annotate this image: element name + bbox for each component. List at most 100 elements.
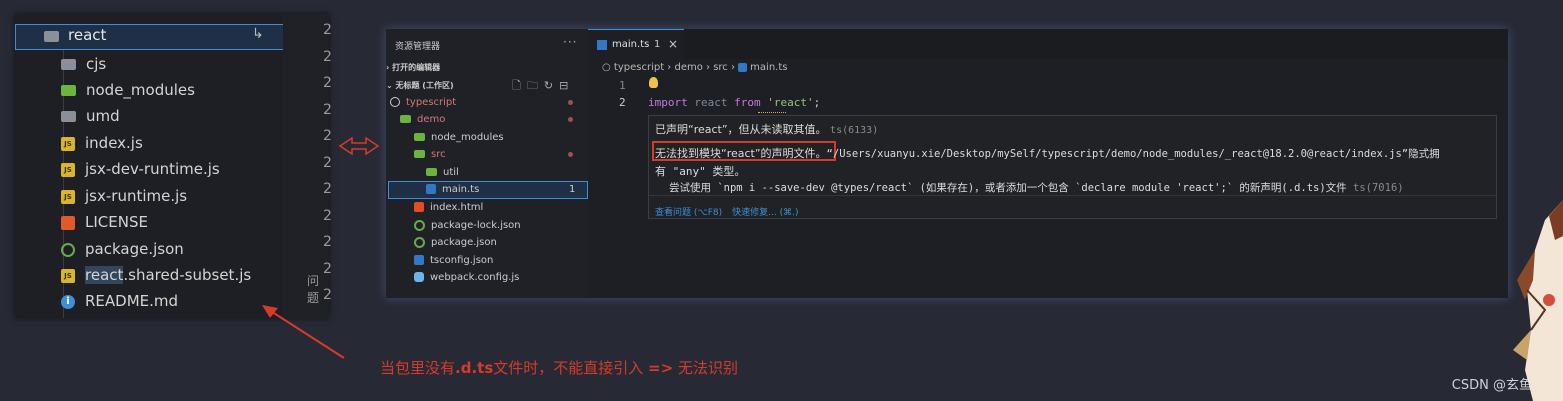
gutter-number: 2: [323, 128, 332, 144]
license-icon: [61, 215, 75, 230]
code-punct: ;: [813, 96, 821, 109]
tree-item-main-ts[interactable]: main.ts: [426, 181, 479, 198]
tree-label: main.ts: [442, 184, 480, 195]
file-label: umd: [86, 107, 120, 125]
warning-squiggle: [758, 109, 786, 113]
file-label: node_modules: [86, 81, 195, 99]
tree-item-tsconfig[interactable]: tsconfig.json: [414, 252, 493, 269]
more-actions-icon[interactable]: ···: [563, 35, 577, 49]
code-keyword: from: [734, 96, 761, 109]
annotation-prefix: 当包里没有: [380, 359, 456, 377]
file-row-umd[interactable]: umd: [61, 103, 120, 129]
file-row-node-modules[interactable]: node_modules: [61, 77, 195, 103]
tree-item-package-json[interactable]: package.json: [414, 234, 497, 251]
file-row-cjs[interactable]: cjs: [61, 51, 106, 77]
refresh-icon[interactable]: ↻: [544, 79, 559, 92]
file-row-license[interactable]: LICENSE: [61, 209, 148, 235]
close-icon[interactable]: ×: [668, 37, 678, 51]
tooltip-actions: 查看问题 (⌥F8) 快速修复... (⌘.): [655, 205, 809, 218]
tree-label: webpack.config.js: [430, 272, 520, 283]
tree-item-index-html[interactable]: index.html: [414, 199, 483, 216]
gutter-number: 2: [323, 207, 332, 224]
tree-label: src: [431, 149, 446, 160]
diagnostic-7016: 无法找到模块“react”的声明文件。“/Users/xuanyu.xie/De…: [655, 145, 1440, 161]
tab-label: main.ts: [612, 39, 650, 50]
tree-item-demo[interactable]: demo: [400, 111, 445, 128]
file-row-index-js[interactable]: JS index.js: [61, 130, 143, 156]
double-arrow-icon: [338, 136, 380, 156]
file-label: cjs: [86, 55, 107, 73]
js-file-icon: JS: [61, 162, 75, 177]
folder-green-icon: [426, 168, 437, 176]
file-row-jsx-runtime[interactable]: JS jsx-runtime.js: [61, 183, 187, 209]
tab-problem-count: 1: [654, 39, 661, 50]
lightbulb-icon[interactable]: [649, 77, 658, 88]
new-folder-icon[interactable]: 🗀: [527, 79, 544, 92]
breadcrumb-item[interactable]: src: [713, 62, 728, 73]
folder-row-react[interactable]: react ↳: [15, 24, 285, 50]
file-row-jsx-dev-runtime[interactable]: JS jsx-dev-runtime.js: [61, 156, 220, 182]
tree-label: tsconfig.json: [430, 255, 494, 266]
gutter-number: 2: [323, 154, 332, 171]
code-line[interactable]: import react from 'react';: [648, 96, 820, 109]
js-file-icon: JS: [61, 136, 75, 151]
typescript-config-icon: [414, 255, 424, 265]
diagnostic-suggestion: 尝试使用 `npm i --save-dev @types/react` (如果…: [669, 180, 1404, 195]
breadcrumb-item[interactable]: main.ts: [750, 62, 787, 73]
breadcrumb-item[interactable]: typescript: [614, 62, 664, 73]
modified-dot: [568, 117, 573, 122]
explorer-sidebar: 资源管理器 ··· › 打开的编辑器 ⌄ 无标题 (工作区) 🗋🗀↻⊟ type…: [386, 29, 588, 298]
section-workspace[interactable]: ⌄ 无标题 (工作区): [386, 80, 454, 91]
line-number: 1: [619, 79, 626, 92]
tab-main-ts[interactable]: main.ts 1 ×: [588, 29, 684, 59]
tree-item-node-modules[interactable]: node_modules: [414, 129, 504, 146]
info-icon: i: [61, 294, 75, 309]
annotation-text: 当包里没有.d.ts文件时，不能直接引入 => 无法识别: [380, 357, 738, 378]
section-label: 无标题 (工作区): [395, 81, 454, 90]
tree-label: node_modules: [431, 132, 504, 143]
file-row-readme[interactable]: i README.md: [61, 288, 178, 314]
annotation-arrow: =>: [648, 359, 674, 377]
file-row-package-json[interactable]: package.json: [61, 236, 184, 262]
new-file-icon[interactable]: 🗋: [512, 79, 527, 92]
tree-label: typescript: [406, 97, 457, 108]
gutter-number: 2: [323, 22, 332, 38]
tree-item-webpack-config[interactable]: webpack.config.js: [414, 269, 519, 286]
code-string: 'react': [767, 96, 814, 109]
pointer-arrow-icon: [262, 305, 345, 359]
code-keyword: import: [648, 96, 688, 109]
json-file-icon: [414, 219, 425, 231]
file-explorer-panel: react ↳ cjs node_modules umd JS index.js …: [15, 14, 329, 318]
view-problem-link[interactable]: 查看问题 (⌥F8): [655, 208, 722, 218]
js-file-icon: JS: [61, 189, 75, 204]
collapse-icon[interactable]: ⊟: [559, 79, 574, 92]
code-identifier: react: [694, 96, 728, 109]
suggestion-text: 尝试使用 `npm i --save-dev @types/react` (如果…: [669, 182, 1347, 194]
gutter-number: 2: [323, 234, 332, 250]
folder-open-icon: [400, 115, 411, 123]
file-label: package.json: [85, 240, 184, 258]
tree-item-util[interactable]: util: [426, 164, 459, 181]
annotation-middle: 文件时，不能直接引入: [493, 359, 649, 377]
breadcrumb-circle-icon: ○: [602, 62, 614, 73]
quick-fix-link[interactable]: 快速修复... (⌘.): [732, 208, 798, 218]
mascot-illustration: [1513, 200, 1563, 401]
json-file-icon: [414, 236, 425, 248]
section-open-editors[interactable]: › 打开的编辑器: [386, 62, 440, 73]
tree-item-src[interactable]: src: [414, 146, 446, 163]
problem-count-badge: 1: [569, 184, 576, 195]
diagnostic-code: ts(7016): [1353, 182, 1404, 194]
modified-dot: [568, 100, 573, 105]
folder-green-icon: [414, 133, 425, 141]
tree-item-package-lock[interactable]: package-lock.json: [414, 217, 521, 234]
folder-icon: [61, 111, 76, 122]
gutter-number: 2: [323, 181, 332, 197]
tree-item-typescript[interactable]: typescript: [390, 94, 456, 111]
circle-icon: [390, 97, 400, 107]
folder-green-icon: [61, 85, 76, 96]
file-label: LICENSE: [85, 213, 148, 231]
explorer-title: 资源管理器: [395, 42, 441, 52]
diagnostic-6133: 已声明“react”，但从未读取其值。 ts(6133): [655, 121, 878, 137]
breadcrumb-item[interactable]: demo: [674, 62, 702, 73]
file-row-react-shared-subset[interactable]: JS react.shared-subset.js: [61, 262, 251, 288]
